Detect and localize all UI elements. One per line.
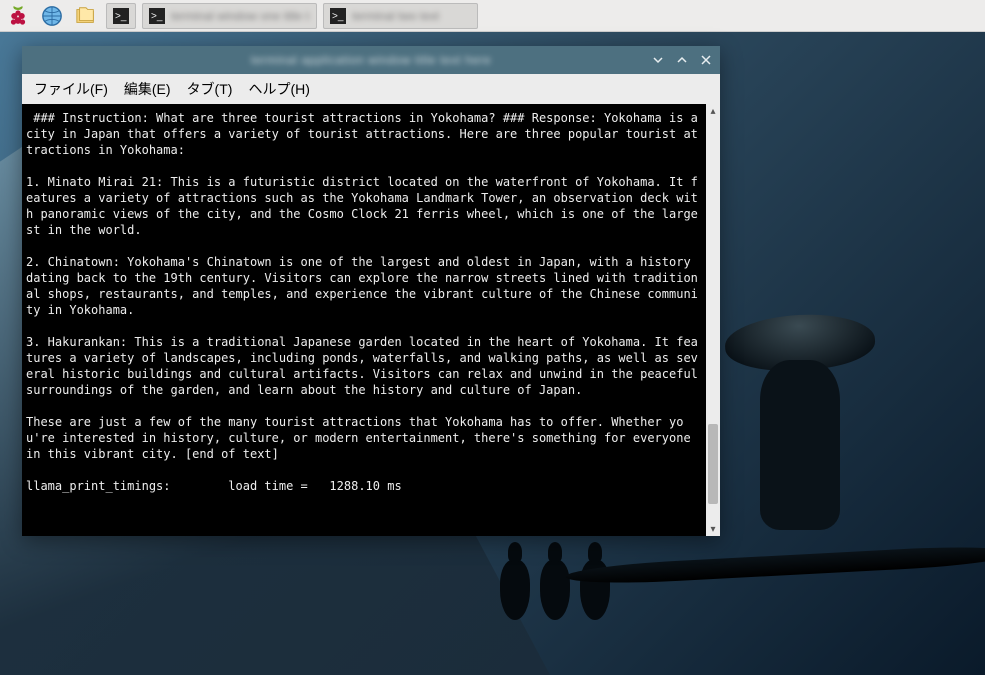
chevron-down-icon: [652, 54, 664, 66]
maximize-button[interactable]: [674, 52, 690, 68]
menu-tab[interactable]: タブ(T): [181, 76, 239, 102]
terminal-icon: >_: [330, 8, 346, 24]
globe-icon: [41, 5, 63, 27]
start-menu-button[interactable]: [4, 2, 32, 30]
web-browser-launcher[interactable]: [38, 2, 66, 30]
wallpaper-bird: [540, 560, 570, 620]
file-manager-launcher[interactable]: [72, 2, 100, 30]
window-titlebar[interactable]: terminal application window title text h…: [22, 46, 720, 74]
svg-text:>_: >_: [332, 11, 344, 22]
scroll-thumb[interactable]: [708, 424, 718, 504]
window-title: terminal application window title text h…: [22, 53, 720, 67]
scroll-up-button[interactable]: ▴: [706, 104, 720, 118]
terminal-icon: >_: [113, 8, 129, 24]
folder-icon: [75, 5, 97, 27]
taskbar-task-terminal-1[interactable]: >_ terminal window one title text: [142, 3, 317, 29]
close-icon: [700, 54, 712, 66]
svg-text:>_: >_: [115, 11, 127, 22]
taskbar-task-terminal-2[interactable]: >_ terminal two text: [323, 3, 478, 29]
taskbar-task-terminal-minimal[interactable]: >_: [106, 3, 136, 29]
svg-text:>_: >_: [151, 11, 163, 22]
wallpaper-bird: [500, 560, 530, 620]
close-button[interactable]: [698, 52, 714, 68]
taskbar-task-label: terminal window one title text: [171, 9, 310, 23]
menu-file[interactable]: ファイル(F): [28, 76, 114, 102]
terminal-output[interactable]: ### Instruction: What are three tourist …: [22, 104, 706, 536]
scroll-down-button[interactable]: ▾: [706, 522, 720, 536]
taskbar-task-label: terminal two text: [352, 9, 439, 23]
minimize-button[interactable]: [650, 52, 666, 68]
menu-edit[interactable]: 編集(E): [118, 76, 177, 102]
terminal-window: terminal application window title text h…: [22, 46, 720, 536]
menubar: ファイル(F) 編集(E) タブ(T) ヘルプ(H): [22, 74, 720, 104]
taskbar: >_ >_ terminal window one title text >_ …: [0, 0, 985, 32]
menu-help[interactable]: ヘルプ(H): [242, 76, 315, 102]
raspberry-pi-icon: [6, 4, 30, 28]
terminal-icon: >_: [149, 8, 165, 24]
chevron-up-icon: [676, 54, 688, 66]
scrollbar[interactable]: ▴ ▾: [706, 104, 720, 536]
